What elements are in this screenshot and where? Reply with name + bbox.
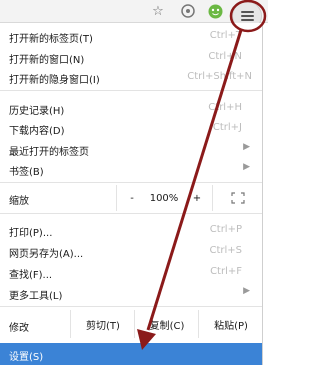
menu-item-label: 打开新的隐身窗口(I) <box>9 75 100 86</box>
shortcut-label: Ctrl+Shift+N <box>187 71 252 82</box>
paste-button[interactable]: 粘贴(P) <box>198 310 263 338</box>
copy-label: 复制(C) <box>149 320 185 332</box>
menu-item-label: 书签(B) <box>9 167 44 178</box>
menu-item-label: 网页另存为(A)... <box>9 249 84 260</box>
edit-row: 修改 剪切(T) 复制(C) 粘贴(P) <box>0 310 262 338</box>
menu-item-more-tools[interactable]: 更多工具(L) ▶ <box>0 283 262 303</box>
shortcut-label: Ctrl+H <box>208 102 242 113</box>
menu-item-label: 打开新的窗口(N) <box>9 55 85 66</box>
menu-item-label: 最近打开的标签页 <box>9 147 89 158</box>
menu-item-find[interactable]: 查找(F)... Ctrl+F <box>0 262 262 282</box>
paste-label: 粘贴(P) <box>214 320 248 332</box>
extension-icon[interactable] <box>180 3 196 19</box>
menu-item-recent-tabs[interactable]: 最近打开的标签页 ▶ <box>0 139 262 159</box>
chevron-right-icon: ▶ <box>243 142 250 152</box>
avatar-icon[interactable] <box>207 3 223 19</box>
cut-label: 剪切(T) <box>86 320 120 332</box>
menu-divider <box>0 306 262 307</box>
menu-item-label: 设置(S) <box>9 352 44 363</box>
chevron-right-icon: ▶ <box>243 162 250 172</box>
menu-item-settings[interactable]: 设置(S) <box>0 343 262 365</box>
fullscreen-icon <box>231 192 245 204</box>
menu-divider <box>0 213 262 214</box>
cut-button[interactable]: 剪切(T) <box>70 310 135 338</box>
shortcut-label: Ctrl+S <box>209 245 242 256</box>
zoom-value: 100% <box>149 192 179 204</box>
shortcut-label: Ctrl+N <box>208 51 242 62</box>
menu-item-downloads[interactable]: 下载内容(D) Ctrl+J <box>0 118 262 138</box>
menu-item-label: 下载内容(D) <box>9 126 65 137</box>
chevron-right-icon: ▶ <box>243 286 250 296</box>
shortcut-label: Ctrl+F <box>210 266 242 277</box>
zoom-row: 缩放 - 100% + <box>0 185 262 211</box>
zoom-level: 100% <box>146 185 182 211</box>
menu-item-history[interactable]: 历史记录(H) Ctrl+H <box>0 98 262 118</box>
fullscreen-button[interactable] <box>212 185 263 211</box>
zoom-out-button[interactable]: - <box>116 185 147 211</box>
menu-icon <box>240 11 254 21</box>
menu-item-print[interactable]: 打印(P)... Ctrl+P <box>0 220 262 240</box>
zoom-in-button[interactable]: + <box>182 185 212 211</box>
browser-toolbar: ☆ <box>0 0 268 31</box>
menu-item-new-tab[interactable]: 打开新的标签页(T) Ctrl+T <box>0 26 262 46</box>
shortcut-label: Ctrl+J <box>212 122 242 133</box>
shortcut-label: Ctrl+P <box>209 224 242 235</box>
menu-item-label: 查找(F)... <box>9 270 53 281</box>
menu-item-new-window[interactable]: 打开新的窗口(N) Ctrl+N <box>0 47 262 67</box>
zoom-label: 缩放 <box>9 196 29 207</box>
shortcut-label: Ctrl+T <box>209 30 242 41</box>
zoom-minus-label: - <box>130 192 134 204</box>
star-icon[interactable]: ☆ <box>150 3 166 19</box>
menu-item-label: 打印(P)... <box>9 228 53 239</box>
menu-item-new-incognito[interactable]: 打开新的隐身窗口(I) Ctrl+Shift+N <box>0 67 262 87</box>
edit-label: 修改 <box>9 323 29 334</box>
menu-divider <box>0 90 262 91</box>
copy-button[interactable]: 复制(C) <box>134 310 199 338</box>
menu-divider <box>0 182 262 183</box>
menu-item-label: 历史记录(H) <box>9 106 65 117</box>
menu-item-bookmarks[interactable]: 书签(B) ▶ <box>0 159 262 179</box>
menu-item-save-as[interactable]: 网页另存为(A)... Ctrl+S <box>0 241 262 261</box>
zoom-plus-label: + <box>192 192 202 204</box>
menu-item-label: 更多工具(L) <box>9 291 63 302</box>
menu-item-label: 打开新的标签页(T) <box>9 34 93 45</box>
